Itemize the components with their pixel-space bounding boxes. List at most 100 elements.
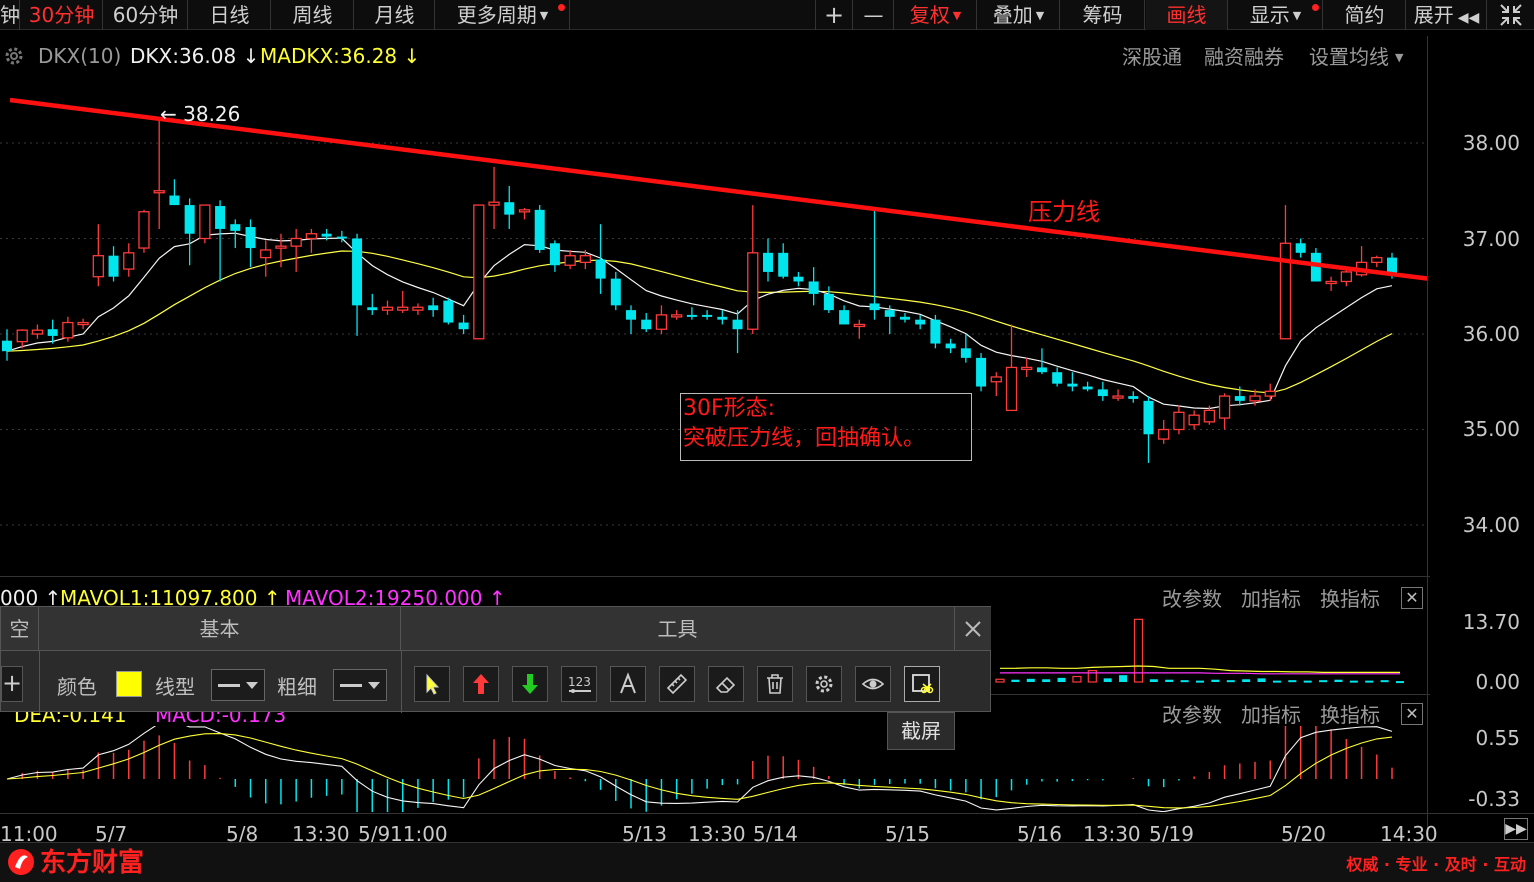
close-icon[interactable]: ✕ [1401,587,1423,609]
candle-body [1188,414,1200,426]
candle-body [1082,386,1093,390]
down-arrow-icon: ↓ [397,44,421,68]
tab-minute[interactable]: 钟 [0,0,20,30]
add-icon[interactable]: + [1,666,23,702]
numbering-icon: 123 [568,675,591,693]
draw-line-button[interactable]: 画线 [1146,0,1228,30]
tab-more-periods[interactable]: 更多周期 ▼ [436,0,570,30]
chevron-down-icon: ▼ [1292,9,1302,22]
candle-body [732,319,743,330]
expand-button[interactable]: 展开 ◀◀ [1407,0,1487,30]
volume-tick: 0.00 [1475,670,1520,694]
chart-annotation[interactable]: 30F形态: 突破压力线，回抽确认。 [680,393,972,461]
edit-params-link[interactable]: 改参数 [1162,702,1222,728]
scroll-right-button[interactable]: ▶▶ [1504,818,1528,840]
candle-body [1371,256,1383,264]
add-indicator-link[interactable]: 加指标 [1241,702,1301,728]
candle-body [230,224,241,231]
number-tool-button[interactable]: 123 [561,666,597,702]
brand-logo[interactable]: 东方财富 [6,847,144,879]
candle-body [976,357,987,387]
add-indicator-link[interactable]: 加指标 [1241,586,1301,612]
chips-button[interactable]: 筹码 [1061,0,1145,30]
volume-bar [1072,675,1082,683]
volume-bar [1011,679,1020,682]
set-ma-link[interactable]: 设置均线 ▼ [1309,44,1403,70]
candlestick-chart[interactable] [0,70,1430,576]
annotation-line1: 30F形态: [683,396,776,421]
zoom-out-button[interactable]: — [854,0,894,30]
volume-bar [1319,680,1328,683]
candle-body [2,340,12,352]
candle-body [1067,383,1078,387]
screenshot-tool-button[interactable] [904,666,940,702]
candle-body [990,376,1002,383]
tab-weekly[interactable]: 周线 [272,0,354,30]
volume-bar [1057,677,1066,682]
candle-body [579,255,592,264]
close-icon[interactable]: ✕ [1401,703,1423,725]
madkx-value: MADKX:36.28 ↓ [260,44,421,68]
display-button[interactable]: 显示 ▼ [1229,0,1323,30]
color-swatch[interactable] [116,671,142,697]
price-tick: 34.00 [1462,513,1520,537]
sell-mark-tool-button[interactable] [512,666,548,702]
candle-body [1112,395,1124,399]
ruler-tool-button[interactable] [659,666,695,702]
tab-daily[interactable]: 日线 [189,0,271,30]
candle-body [412,306,424,311]
edit-params-link[interactable]: 改参数 [1162,586,1222,612]
tab-60min[interactable]: 60分钟 [104,0,188,30]
overlay-button[interactable]: 叠加 ▼ [978,0,1060,30]
text-tool-button[interactable] [610,666,646,702]
candle-body [62,321,74,339]
eraser-tool-button[interactable] [708,666,744,702]
volume-bar [1288,680,1297,683]
color-label: 颜色 [57,675,97,699]
dif-line [6,726,1393,812]
fuquan-button[interactable]: 复权 ▼ [895,0,977,30]
candle-body [655,314,668,330]
candle-body [1052,372,1063,384]
tab-30min[interactable]: 30分钟 [21,0,103,30]
volume-bar [1103,678,1112,682]
text-icon [620,672,636,694]
volume-bar [1119,675,1128,682]
dkx-value: DKX:36.08 ↓ [130,44,260,68]
candle-body [352,238,363,306]
line-type-select[interactable] [211,669,265,701]
volume-bar [1242,679,1251,682]
candle-body [215,206,226,229]
buy-mark-tool-button[interactable] [463,666,499,702]
candle-body [367,307,378,311]
candle-body [245,227,256,249]
candle-body [1234,396,1245,401]
candle-body [869,303,880,311]
tab-monthly[interactable]: 月线 [355,0,435,30]
candle-body [930,319,941,344]
delete-tool-button[interactable] [757,666,793,702]
zoom-in-button[interactable]: + [815,0,853,30]
sgt-link[interactable]: 深股通 [1122,44,1182,70]
switch-indicator-link[interactable]: 换指标 [1320,586,1380,612]
volume-bar [1272,680,1281,683]
price-tick: 38.00 [1462,131,1520,155]
volume-bar [1226,680,1235,683]
visibility-tool-button[interactable] [855,666,891,702]
simple-mode-button[interactable]: 简约 [1324,0,1406,30]
volume-bar [1380,680,1389,683]
volume-bar [1196,680,1204,683]
gear-icon[interactable] [2,44,26,68]
pointer-tool-button[interactable] [414,666,450,702]
switch-indicator-link[interactable]: 换指标 [1320,702,1380,728]
volume-bar [1180,680,1189,683]
thickness-select[interactable] [333,669,387,701]
drawing-tool-panel: 空 基本 工具 + 颜色 线型 粗细 123 [0,606,991,713]
candle-body [823,293,834,311]
volume-bar [1334,679,1343,682]
panel-close-button[interactable] [955,607,991,651]
margin-trading-link[interactable]: 融资融券 [1204,44,1284,70]
footer-bar: 东方财富 权威 · 专业 · 及时 · 互动 [0,842,1534,882]
fullscreen-button[interactable] [1488,0,1534,30]
settings-tool-button[interactable] [806,666,842,702]
